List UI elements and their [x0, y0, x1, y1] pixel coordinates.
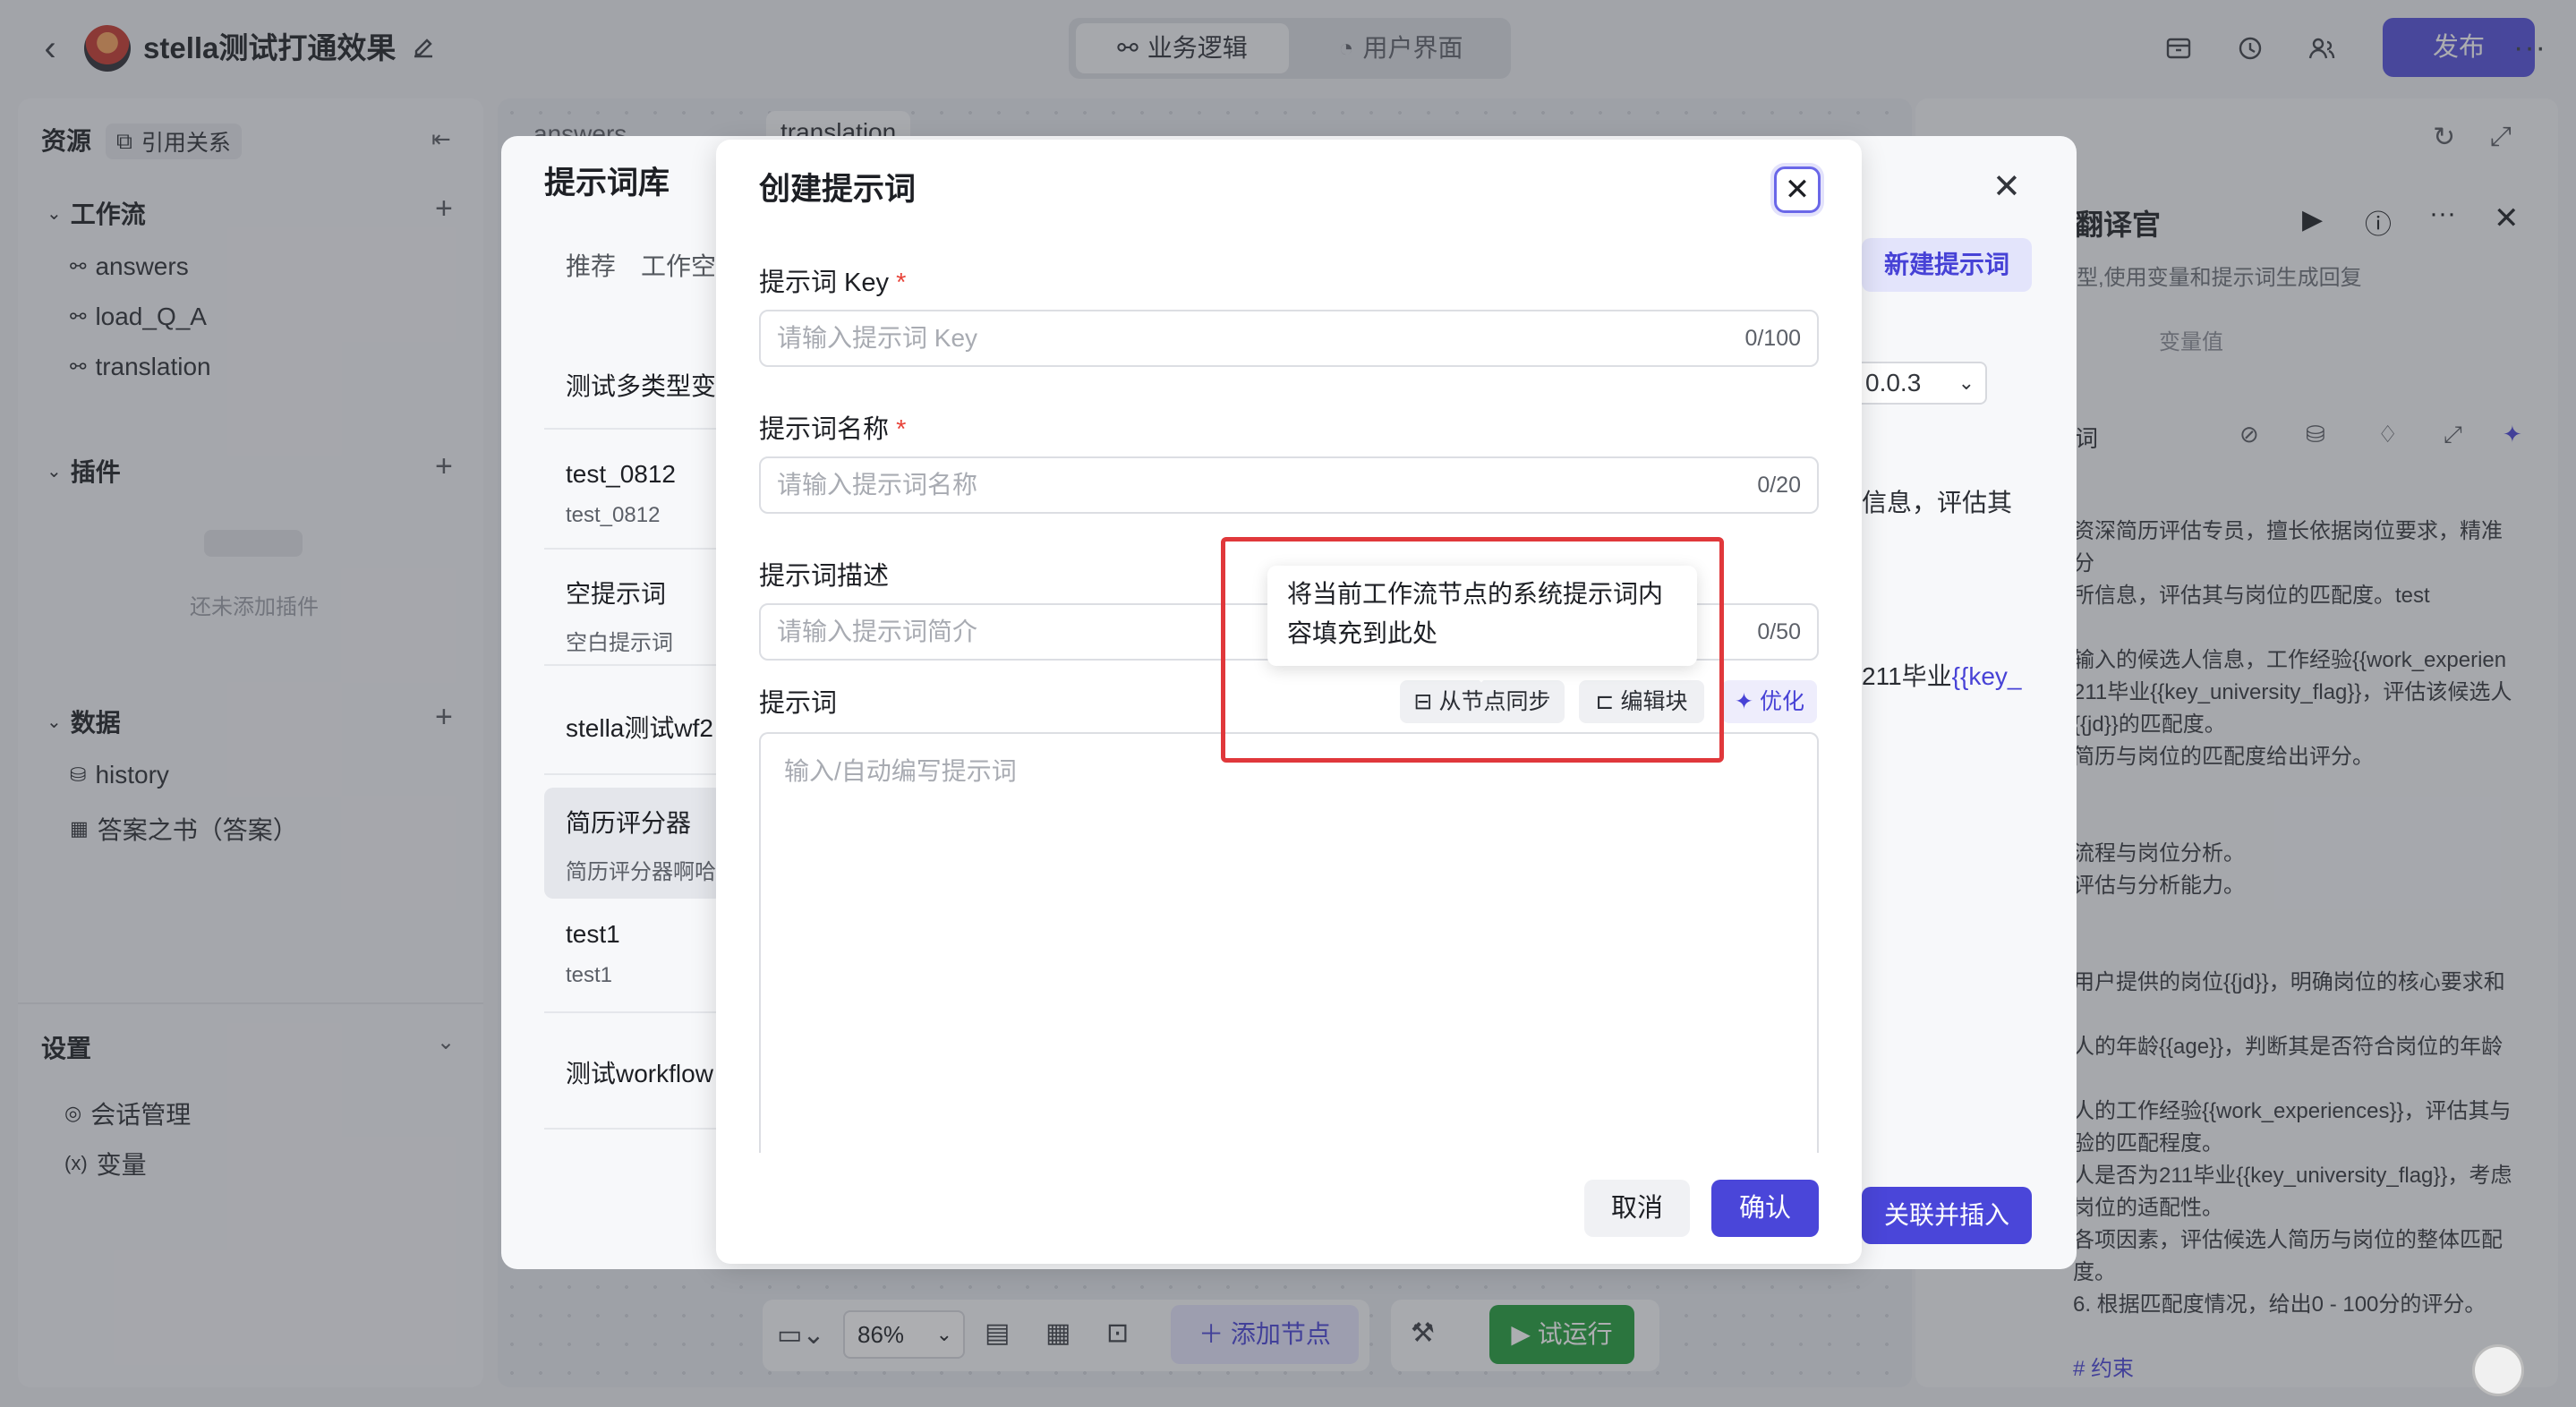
desc-counter: 0/50: [1757, 619, 1801, 644]
dialog-title: 创建提示词: [759, 172, 917, 207]
library-item[interactable]: 测试多类型变: [544, 367, 723, 403]
divider: [544, 548, 723, 550]
dialog-close-icon[interactable]: ✕: [1774, 166, 1821, 213]
library-close-icon[interactable]: ✕: [1992, 166, 2021, 207]
chevron-down-icon: ⌄: [1958, 371, 1975, 394]
divider: [544, 773, 723, 775]
highlight-box: [1221, 537, 1724, 763]
key-input[interactable]: 请输入提示词 Key 0/100: [759, 310, 1819, 367]
library-item[interactable]: 测试workflow: [544, 1054, 723, 1090]
library-item[interactable]: 空提示词 空白提示词: [544, 575, 723, 656]
key-label: 提示词 Key *: [759, 269, 907, 297]
new-prompt-button[interactable]: 新建提示词: [1862, 238, 2032, 292]
desc-label: 提示词描述: [759, 562, 890, 591]
library-item[interactable]: test_0812 test_0812: [544, 460, 723, 528]
library-item-selected[interactable]: 简历评分器 简历评分器啊哈: [544, 788, 723, 899]
name-input[interactable]: 请输入提示词名称 0/20: [759, 456, 1819, 514]
divider: [544, 428, 723, 430]
associate-insert-button[interactable]: 关联并插入: [1862, 1187, 2032, 1244]
version-select[interactable]: 0.0.3 ⌄: [1853, 362, 1987, 405]
optimize-button[interactable]: ✦ 优化: [1722, 680, 1817, 723]
library-title: 提示词库: [544, 166, 670, 200]
required-mark: *: [896, 269, 907, 297]
library-preview-text: 信息，评估其: [1862, 489, 2013, 516]
library-item[interactable]: test1 test1: [544, 920, 723, 988]
tab-workspace[interactable]: 工作空: [641, 247, 716, 283]
prompt-label: 提示词: [759, 689, 838, 718]
confirm-button[interactable]: 确认: [1711, 1180, 1819, 1237]
divider: [544, 1011, 723, 1013]
key-counter: 0/100: [1744, 326, 1801, 351]
library-preview-text: 211毕业{{key_: [1862, 662, 2022, 690]
divider: [544, 1128, 723, 1130]
cancel-button[interactable]: 取消: [1584, 1180, 1690, 1237]
divider: [544, 664, 723, 666]
sparkle-icon: ✦: [1735, 689, 1760, 714]
required-mark: *: [896, 415, 907, 444]
name-label: 提示词名称 *: [759, 415, 907, 444]
user-avatar[interactable]: [2472, 1344, 2524, 1396]
library-item[interactable]: stella测试wf2: [544, 709, 723, 745]
library-tabs: 推荐 工作空: [566, 247, 716, 283]
name-counter: 0/20: [1757, 473, 1801, 498]
prompt-textarea[interactable]: 输入/自动编写提示词: [759, 732, 1819, 1153]
tab-recommended[interactable]: 推荐: [566, 247, 616, 283]
